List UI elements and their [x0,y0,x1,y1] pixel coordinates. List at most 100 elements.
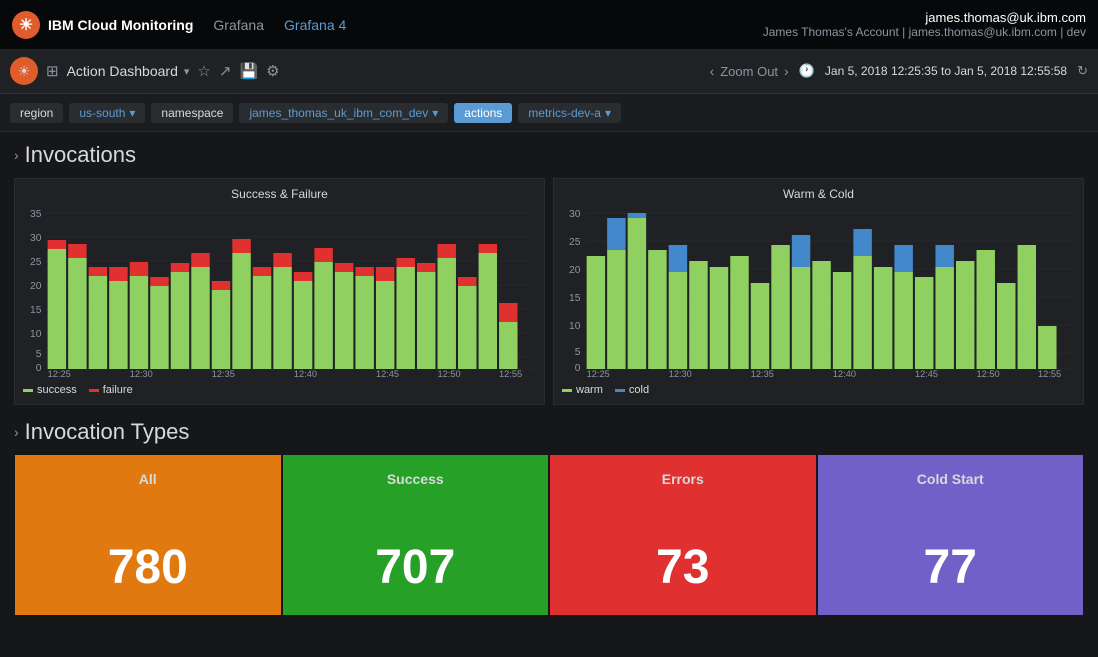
dashboard-name-button[interactable]: Action Dashboard ▾ [67,63,190,79]
success-legend-label: success [37,384,77,396]
invocations-title: Invocations [25,142,136,168]
invocation-types-section-title: › Invocation Types [14,419,1084,445]
svg-text:12:25: 12:25 [48,369,71,377]
namespace-dropdown-icon: ▾ [432,106,438,120]
actions-label[interactable]: actions [454,103,512,123]
region-label: region [10,103,63,123]
nav-grafana4[interactable]: Grafana 4 [284,17,346,33]
user-account: James Thomas's Account | james.thomas@uk… [763,25,1086,39]
svg-text:30: 30 [30,233,42,244]
errors-card[interactable]: Errors 73 [550,455,816,615]
filter-bar: region us-south ▾ namespace james_thomas… [0,94,1098,132]
svg-text:12:30: 12:30 [669,369,692,377]
svg-text:30: 30 [569,209,581,220]
svg-text:35: 35 [30,209,42,220]
svg-text:12:30: 12:30 [130,369,153,377]
warm-legend-dot [562,389,572,392]
save-icon[interactable]: 💾 [239,62,258,80]
svg-text:12:45: 12:45 [915,369,938,377]
share-icon[interactable]: ↗ [219,62,232,80]
failure-legend-dot [89,389,99,392]
svg-text:12:55: 12:55 [499,369,522,377]
legend-cold: cold [615,384,649,396]
zoom-back-button[interactable]: ‹ [710,63,715,79]
region-value[interactable]: us-south ▾ [69,103,145,123]
legend-warm: warm [562,384,603,396]
warm-cold-legend: warm cold [562,384,1075,396]
time-range-display[interactable]: Jan 5, 2018 12:25:35 to Jan 5, 2018 12:5… [825,64,1067,78]
main-content: › Invocations Success & Failure 35 30 25… [0,132,1098,625]
invocations-section-title: › Invocations [14,142,1084,168]
svg-text:12:40: 12:40 [833,369,856,377]
svg-text:10: 10 [569,321,581,332]
zoom-out-label[interactable]: Zoom Out [720,64,778,79]
svg-text:12:35: 12:35 [212,369,235,377]
svg-text:20: 20 [569,265,581,276]
success-failure-svg: 35 30 25 20 15 10 5 0 [23,207,536,377]
zoom-forward-button[interactable]: › [784,63,789,79]
warm-cold-svg: 30 25 20 15 10 5 0 [562,207,1075,377]
svg-text:12:50: 12:50 [438,369,461,377]
errors-value: 73 [656,540,709,595]
success-card[interactable]: Success 707 [283,455,549,615]
charts-row: Success & Failure 35 30 25 20 15 10 5 0 [14,178,1084,405]
warm-cold-chart: Warm & Cold 30 25 20 15 10 5 0 [553,178,1084,405]
success-label: Success [387,471,444,487]
failure-legend-label: failure [103,384,133,396]
success-legend-dot [23,389,33,392]
all-value: 780 [108,540,188,595]
svg-text:20: 20 [30,281,42,292]
svg-text:25: 25 [30,257,42,268]
invocations-chevron: › [14,147,19,163]
cold-start-card[interactable]: Cold Start 77 [818,455,1084,615]
legend-success: success [23,384,77,396]
svg-text:12:35: 12:35 [751,369,774,377]
app-name: IBM Cloud Monitoring [48,17,193,33]
svg-text:12:55: 12:55 [1038,369,1061,377]
svg-text:15: 15 [569,293,581,304]
settings-icon[interactable]: ⚙ [266,62,279,80]
svg-text:15: 15 [30,305,42,316]
actions-value[interactable]: metrics-dev-a ▾ [518,103,621,123]
cold-start-label: Cold Start [917,471,984,487]
success-failure-title: Success & Failure [23,187,536,201]
refresh-button[interactable]: ↻ [1077,63,1088,79]
svg-text:5: 5 [575,347,581,358]
invocation-types-title: Invocation Types [25,419,190,445]
dashboard-dropdown-icon: ▾ [184,65,190,78]
all-card[interactable]: All 780 [15,455,281,615]
errors-label: Errors [662,471,704,487]
cold-legend-label: cold [629,384,649,396]
toolbar: ☀ ⊞ Action Dashboard ▾ ☆ ↗ 💾 ⚙ ‹ Zoom Ou… [0,49,1098,94]
invocation-types-row: All 780 Success 707 Errors 73 Cold Start… [14,455,1084,615]
svg-text:12:40: 12:40 [294,369,317,377]
clock-icon: 🕐 [799,63,815,79]
user-email: james.thomas@uk.ibm.com [763,10,1086,25]
cold-start-value: 77 [924,540,977,595]
dashboard-title: Action Dashboard [67,63,178,79]
warm-legend-label: warm [576,384,603,396]
success-failure-chart: Success & Failure 35 30 25 20 15 10 5 0 [14,178,545,405]
region-dropdown-icon: ▾ [129,106,135,120]
namespace-value[interactable]: james_thomas_uk_ibm_com_dev ▾ [239,103,448,123]
star-icon[interactable]: ☆ [197,62,210,80]
actions-dropdown-icon: ▾ [605,106,611,120]
svg-text:12:50: 12:50 [977,369,1000,377]
nav-grafana[interactable]: Grafana [213,17,264,33]
svg-text:5: 5 [36,349,42,360]
svg-text:10: 10 [30,329,42,340]
invocation-types-chevron: › [14,424,19,440]
all-label: All [139,471,157,487]
user-info: james.thomas@uk.ibm.com James Thomas's A… [763,10,1086,39]
grafana-home-icon[interactable]: ☀ [10,57,38,85]
namespace-label: namespace [151,103,233,123]
app-logo: ☀ IBM Cloud Monitoring [12,11,193,39]
svg-text:0: 0 [36,363,42,374]
svg-text:25: 25 [569,237,581,248]
success-failure-legend: success failure [23,384,536,396]
warm-cold-chart-area: 30 25 20 15 10 5 0 [562,207,1075,380]
logo-icon: ☀ [12,11,40,39]
svg-text:0: 0 [575,363,581,374]
svg-text:12:25: 12:25 [587,369,610,377]
success-failure-chart-area: 35 30 25 20 15 10 5 0 [23,207,536,380]
